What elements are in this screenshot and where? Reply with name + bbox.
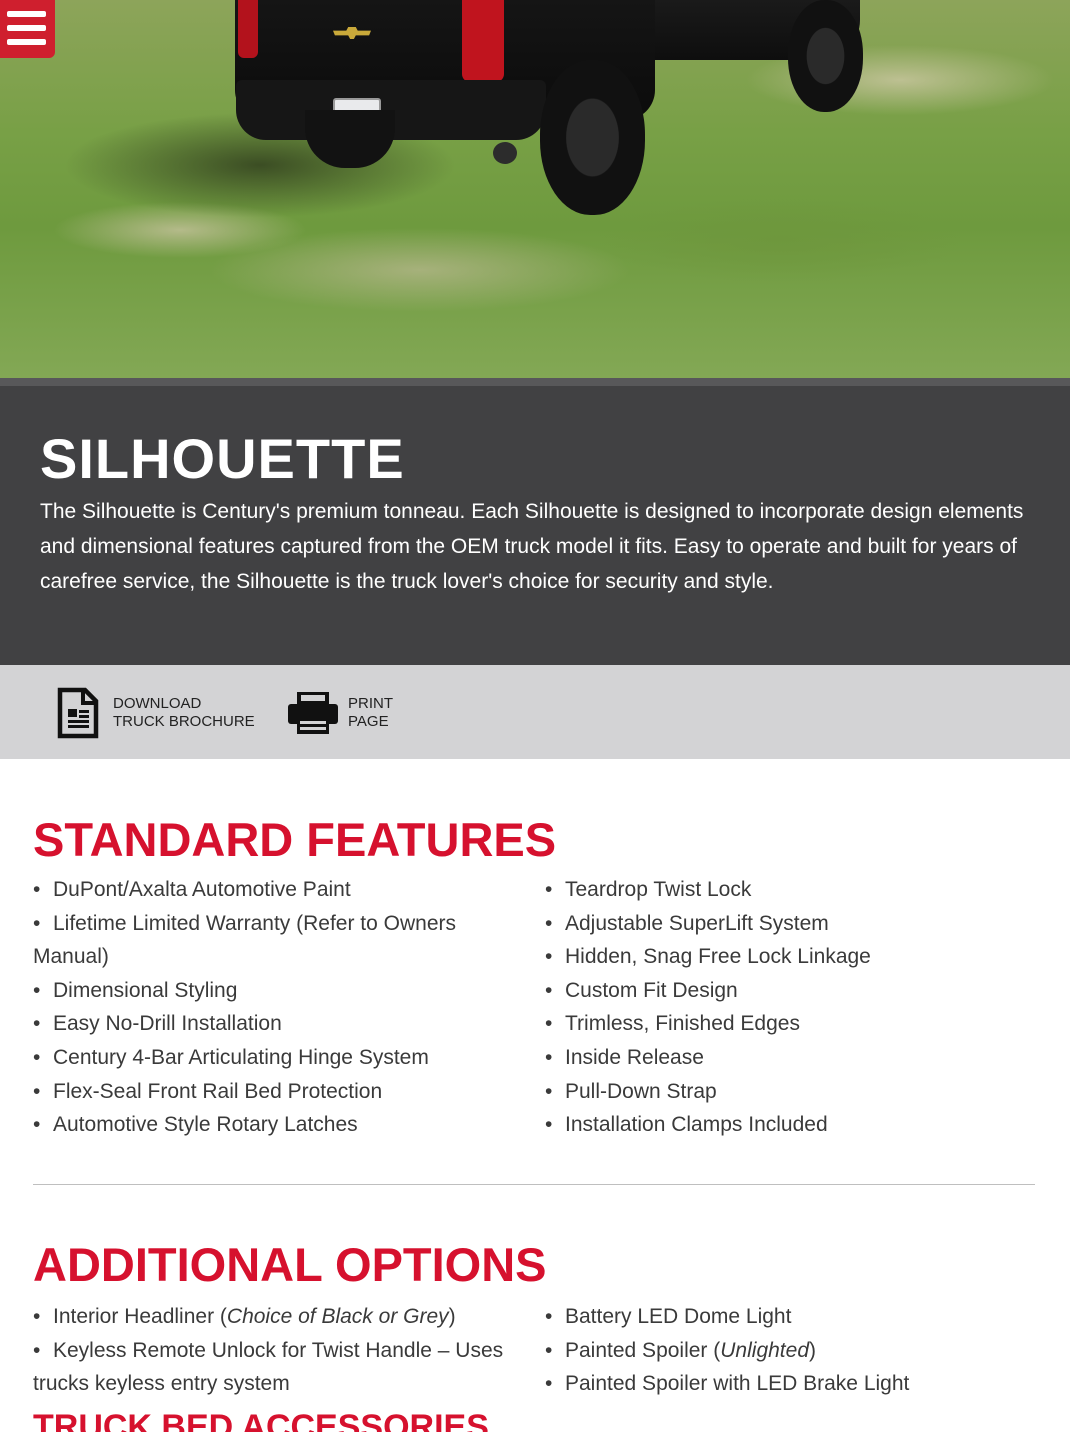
list-item: • Lifetime Limited Warranty (Refer to Own… [33, 911, 457, 935]
list-item: • Painted Spoiler (Unlighted) [545, 1338, 816, 1362]
list-item: • Hidden, Snag Free Lock Linkage [545, 945, 871, 969]
list-item: • Teardrop Twist Lock [545, 878, 752, 901]
list-item: • Custom Fit Design [545, 978, 738, 1002]
list-item: • Interior Headliner (Choice of Black or … [33, 1305, 456, 1328]
taillight-left [238, 0, 258, 58]
list-item: • Inside Release [545, 1045, 704, 1069]
list-item: • Dimensional Styling [33, 978, 238, 1002]
print-label-line1: PRINT [348, 695, 393, 712]
tire-front-right [788, 0, 863, 112]
document-icon [57, 687, 99, 739]
tire-rear-right [540, 60, 645, 215]
list-item: • Automotive Style Rotary Latches [33, 1113, 358, 1137]
product-title: SILHOUETTE [40, 427, 405, 490]
list-item: • Trimless, Finished Edges [545, 1012, 800, 1036]
product-intro: SILHOUETTE The Silhouette is Century's p… [0, 378, 1070, 665]
additional-options-right: • Battery LED Dome Light • Painted Spoiler… [545, 1300, 1035, 1401]
list-item: • Keyless Remote Unlock for Twist Handle … [33, 1338, 504, 1362]
additional-options-title: ADDITIONAL OPTIONS [33, 1238, 547, 1291]
list-item: • Adjustable SuperLift System [545, 911, 829, 935]
print-label-line2: PAGE [348, 713, 389, 730]
action-toolbar: DOWNLOAD TRUCK BROCHURE PRINT PAGE [0, 665, 1070, 759]
standard-features-right: • Teardrop Twist Lock • Adjustable SuperLi… [545, 873, 1035, 1142]
list-item: • Easy No-Drill Installation [33, 1012, 282, 1036]
hamburger-menu-icon[interactable] [0, 0, 55, 58]
download-brochure-link[interactable]: DOWNLOAD TRUCK BROCHURE [57, 685, 255, 741]
list-item-continuation: Manual) [33, 945, 109, 969]
list-item: • Pull-Down Strap [545, 1079, 717, 1103]
exhaust-tip [493, 142, 517, 164]
list-item: • Installation Clamps Included [545, 1113, 828, 1137]
list-item: • Flex-Seal Front Rail Bed Protection [33, 1079, 383, 1103]
list-item: • Century 4-Bar Articulating Hinge System [33, 1045, 429, 1069]
list-item: • Painted Spoiler with LED Brake Light [545, 1372, 910, 1396]
taillight-right [462, 0, 504, 82]
standard-features-title: STANDARD FEATURES [33, 813, 557, 866]
product-description: The Silhouette is Century's premium tonn… [40, 500, 1024, 593]
list-item: • DuPont/Axalta Automotive Paint [33, 878, 351, 901]
printer-icon [288, 692, 338, 734]
download-label-line1: DOWNLOAD [113, 695, 202, 712]
list-item: • Battery LED Dome Light [545, 1305, 792, 1328]
additional-options-left: • Interior Headliner (Choice of Black or … [33, 1300, 533, 1401]
truck-bed-accessories-title: TRUCK BED ACCESSORIES [33, 1408, 489, 1432]
print-page-link[interactable]: PRINT PAGE [287, 685, 393, 741]
list-item-continuation: trucks keyless entry system [33, 1372, 290, 1396]
standard-features-left: • DuPont/Axalta Automotive Paint • Lifetim… [33, 873, 533, 1142]
hero-image [0, 0, 1070, 378]
section-divider [33, 1184, 1035, 1185]
download-label-line2: TRUCK BROCHURE [113, 713, 255, 730]
